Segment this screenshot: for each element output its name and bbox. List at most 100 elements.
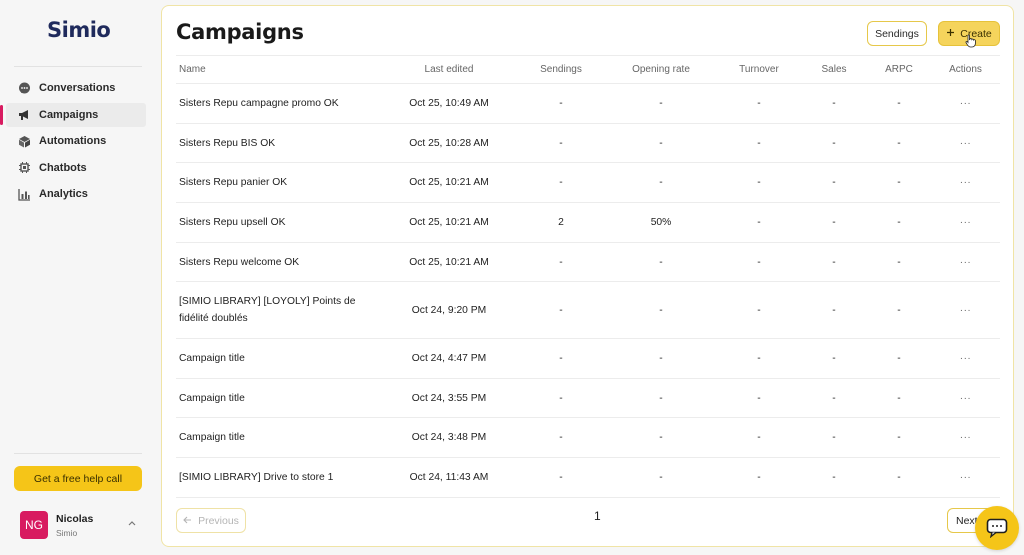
sales-value: - bbox=[801, 417, 867, 459]
table-row[interactable]: Sisters Repu campagne promo OK Oct 25, 1… bbox=[176, 83, 1000, 124]
table-row[interactable]: Campaign title Oct 24, 4:47 PM - - - - -… bbox=[176, 338, 1000, 379]
more-actions-icon[interactable]: ··· bbox=[931, 242, 1000, 283]
arpc-value: - bbox=[867, 83, 931, 124]
cube-icon bbox=[17, 134, 31, 148]
table-row[interactable]: Sisters Repu panier OK Oct 25, 10:21 AM … bbox=[176, 162, 1000, 204]
campaign-name[interactable]: Campaign title bbox=[176, 338, 381, 379]
last-edited: Oct 24, 9:20 PM bbox=[381, 281, 517, 340]
more-actions-icon[interactable]: ··· bbox=[931, 123, 1000, 164]
last-edited: Oct 25, 10:28 AM bbox=[381, 123, 517, 164]
more-actions-icon[interactable]: ··· bbox=[931, 162, 1000, 204]
page-title: Campaigns bbox=[176, 20, 304, 44]
column-header-opening-rate[interactable]: Opening rate bbox=[605, 55, 717, 84]
table-row[interactable]: Campaign title Oct 24, 3:48 PM - - - - -… bbox=[176, 417, 1000, 459]
chat-icon bbox=[986, 518, 1008, 538]
last-edited: Oct 24, 11:43 AM bbox=[381, 457, 517, 498]
turnover-value: - bbox=[717, 457, 801, 498]
help-call-button[interactable]: Get a free help call bbox=[14, 466, 142, 491]
hand-pointer-icon bbox=[965, 34, 976, 48]
more-actions-icon[interactable]: ··· bbox=[931, 378, 1000, 419]
sendings-value: - bbox=[517, 457, 605, 498]
arrow-left-icon bbox=[183, 515, 192, 527]
arpc-value: - bbox=[867, 242, 931, 283]
previous-page-button[interactable]: Previous bbox=[176, 508, 246, 533]
campaigns-table: Name Last edited Sendings Opening rate T… bbox=[176, 55, 1000, 498]
column-header-name[interactable]: Name bbox=[176, 55, 381, 84]
sidebar-item-chatbots[interactable]: Chatbots bbox=[6, 156, 146, 180]
more-actions-icon[interactable]: ··· bbox=[931, 83, 1000, 124]
sendings-value: - bbox=[517, 162, 605, 204]
turnover-value: - bbox=[717, 378, 801, 419]
table-row[interactable]: Sisters Repu BIS OK Oct 25, 10:28 AM - -… bbox=[176, 123, 1000, 164]
current-page-number[interactable]: 1 bbox=[594, 509, 601, 523]
last-edited: Oct 25, 10:21 AM bbox=[381, 242, 517, 283]
more-actions-icon[interactable]: ··· bbox=[931, 202, 1000, 243]
more-actions-icon[interactable]: ··· bbox=[931, 417, 1000, 459]
arpc-value: - bbox=[867, 338, 931, 379]
column-header-arpc[interactable]: ARPC bbox=[867, 55, 931, 84]
campaign-name[interactable]: [SIMIO LIBRARY] [LOYOLY] Points de fidél… bbox=[176, 281, 381, 340]
more-actions-icon[interactable]: ··· bbox=[931, 457, 1000, 498]
turnover-value: - bbox=[717, 281, 801, 340]
turnover-value: - bbox=[717, 162, 801, 204]
last-edited: Oct 25, 10:21 AM bbox=[381, 162, 517, 204]
campaign-name[interactable]: Sisters Repu campagne promo OK bbox=[176, 83, 381, 124]
campaign-name[interactable]: Sisters Repu upsell OK bbox=[176, 202, 381, 243]
user-info: Nicolas Simio bbox=[56, 513, 93, 538]
sendings-value: - bbox=[517, 338, 605, 379]
sendings-value: - bbox=[517, 83, 605, 124]
column-header-turnover[interactable]: Turnover bbox=[717, 55, 801, 84]
table-row[interactable]: [SIMIO LIBRARY] [LOYOLY] Points de fidél… bbox=[176, 281, 1000, 340]
table-row[interactable]: Sisters Repu welcome OK Oct 25, 10:21 AM… bbox=[176, 242, 1000, 283]
more-actions-icon[interactable]: ··· bbox=[931, 281, 1000, 340]
opening-rate-value: - bbox=[605, 83, 717, 124]
turnover-value: - bbox=[717, 242, 801, 283]
sidebar-item-automations[interactable]: Automations bbox=[6, 129, 146, 153]
arpc-value: - bbox=[867, 162, 931, 204]
column-header-last-edited[interactable]: Last edited bbox=[381, 55, 517, 84]
campaign-name-line: fidélité doublés bbox=[179, 313, 248, 325]
sidebar-item-label: Automations bbox=[39, 135, 107, 147]
column-header-sendings[interactable]: Sendings bbox=[517, 55, 605, 84]
sales-value: - bbox=[801, 242, 867, 283]
sendings-value: - bbox=[517, 123, 605, 164]
chat-widget-button[interactable] bbox=[975, 506, 1019, 550]
app-logo[interactable]: Simio bbox=[47, 18, 111, 42]
more-actions-icon[interactable]: ··· bbox=[931, 338, 1000, 379]
chart-icon bbox=[17, 187, 31, 201]
arpc-value: - bbox=[867, 378, 931, 419]
last-edited: Oct 24, 3:55 PM bbox=[381, 378, 517, 419]
opening-rate-value: - bbox=[605, 242, 717, 283]
campaign-name[interactable]: Campaign title bbox=[176, 417, 381, 459]
sales-value: - bbox=[801, 338, 867, 379]
sidebar-divider bbox=[14, 453, 142, 454]
last-edited: Oct 24, 3:48 PM bbox=[381, 417, 517, 459]
arpc-value: - bbox=[867, 281, 931, 340]
avatar: NG bbox=[20, 511, 48, 539]
sidebar-item-campaigns[interactable]: Campaigns bbox=[0, 102, 146, 127]
sidebar-item-label: Conversations bbox=[39, 82, 116, 94]
user-org: Simio bbox=[56, 527, 78, 538]
user-menu[interactable]: NG Nicolas Simio bbox=[20, 510, 140, 540]
campaign-name[interactable]: Sisters Repu panier OK bbox=[176, 162, 381, 204]
campaign-name[interactable]: [SIMIO LIBRARY] Drive to store 1 bbox=[176, 457, 381, 498]
campaign-name[interactable]: Campaign title bbox=[176, 378, 381, 419]
user-name: Nicolas bbox=[56, 512, 94, 525]
last-edited: Oct 25, 10:21 AM bbox=[381, 202, 517, 243]
table-row[interactable]: Sisters Repu upsell OK Oct 25, 10:21 AM … bbox=[176, 202, 1000, 243]
sendings-button[interactable]: Sendings bbox=[867, 21, 927, 46]
table-row[interactable]: [SIMIO LIBRARY] Drive to store 1 Oct 24,… bbox=[176, 457, 1000, 498]
turnover-value: - bbox=[717, 123, 801, 164]
column-header-sales[interactable]: Sales bbox=[801, 55, 867, 84]
campaign-name[interactable]: Sisters Repu welcome OK bbox=[176, 242, 381, 283]
turnover-value: - bbox=[717, 83, 801, 124]
opening-rate-value: - bbox=[605, 338, 717, 379]
sidebar-item-analytics[interactable]: Analytics bbox=[6, 182, 146, 206]
sales-value: - bbox=[801, 162, 867, 204]
sidebar-item-conversations[interactable]: Conversations bbox=[6, 76, 146, 100]
sales-value: - bbox=[801, 457, 867, 498]
sendings-value: - bbox=[517, 281, 605, 340]
table-row[interactable]: Campaign title Oct 24, 3:55 PM - - - - -… bbox=[176, 378, 1000, 419]
campaign-name[interactable]: Sisters Repu BIS OK bbox=[176, 123, 381, 164]
sales-value: - bbox=[801, 123, 867, 164]
